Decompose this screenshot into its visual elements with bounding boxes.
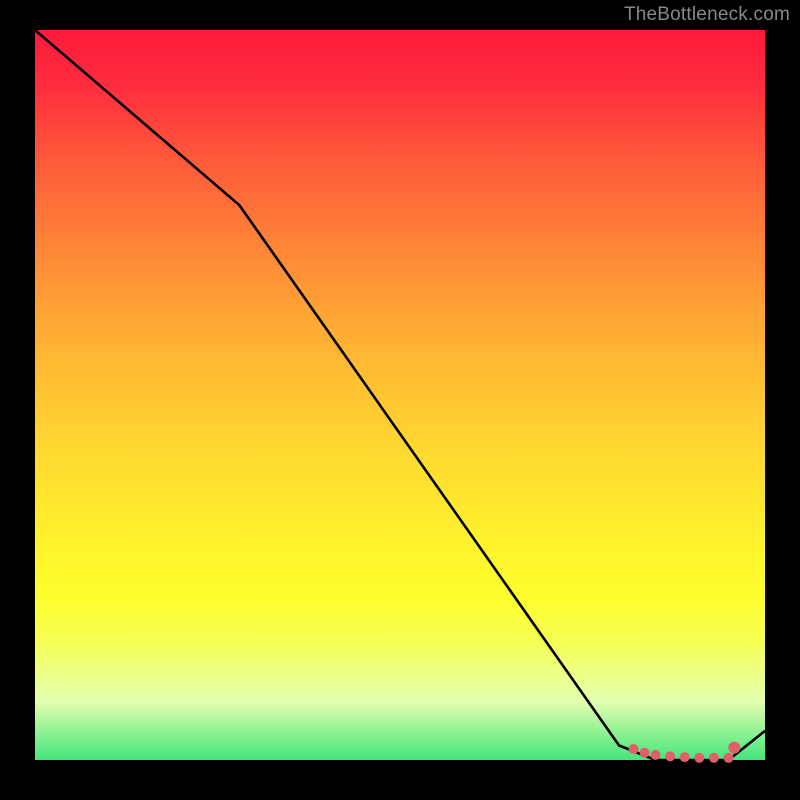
- attribution-text: TheBottleneck.com: [624, 4, 790, 26]
- marker-point: [709, 753, 719, 763]
- marker-point: [724, 753, 734, 763]
- bottleneck-curve: [35, 30, 765, 760]
- marker-point: [680, 752, 690, 762]
- chart-overlay-svg: [35, 30, 765, 760]
- marker-point: [728, 742, 740, 754]
- marker-point: [629, 744, 639, 754]
- marker-point: [651, 750, 661, 760]
- marker-point: [694, 753, 704, 763]
- marker-point: [640, 748, 650, 758]
- marker-point: [665, 751, 675, 761]
- chart-container: TheBottleneck.com: [0, 0, 800, 800]
